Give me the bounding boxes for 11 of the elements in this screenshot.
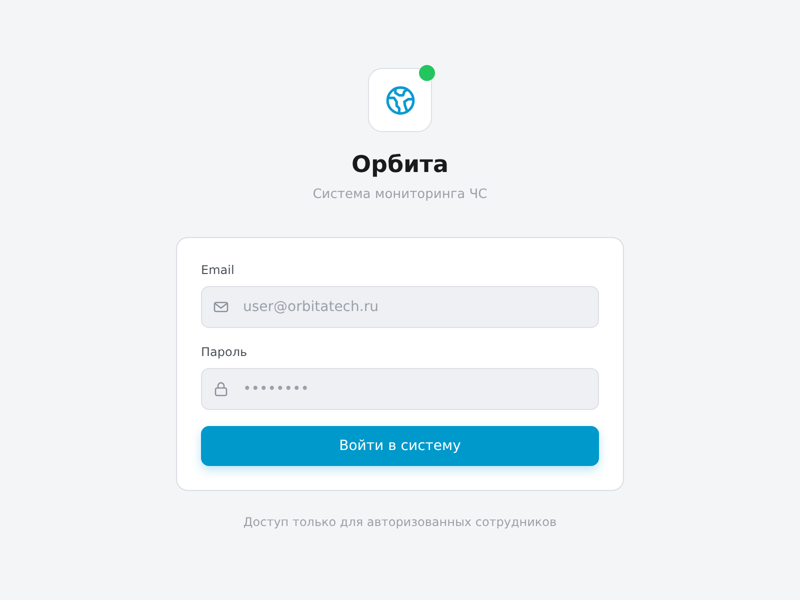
access-note: Доступ только для авторизованных сотрудников [243,514,557,530]
email-field[interactable]: user@orbitatech.ru [201,286,599,328]
mail-icon [213,299,229,315]
field-label: Пароль [201,344,248,360]
app-title: Орбита [351,151,449,180]
lock-icon [213,381,229,397]
globe-icon [384,84,416,116]
login-button[interactable]: Войти в систему [201,426,599,466]
field-label: Email [201,262,234,278]
app-subtitle: Система мониторинга ЧС [312,186,488,204]
password-field[interactable]: •••••••• [201,368,599,410]
